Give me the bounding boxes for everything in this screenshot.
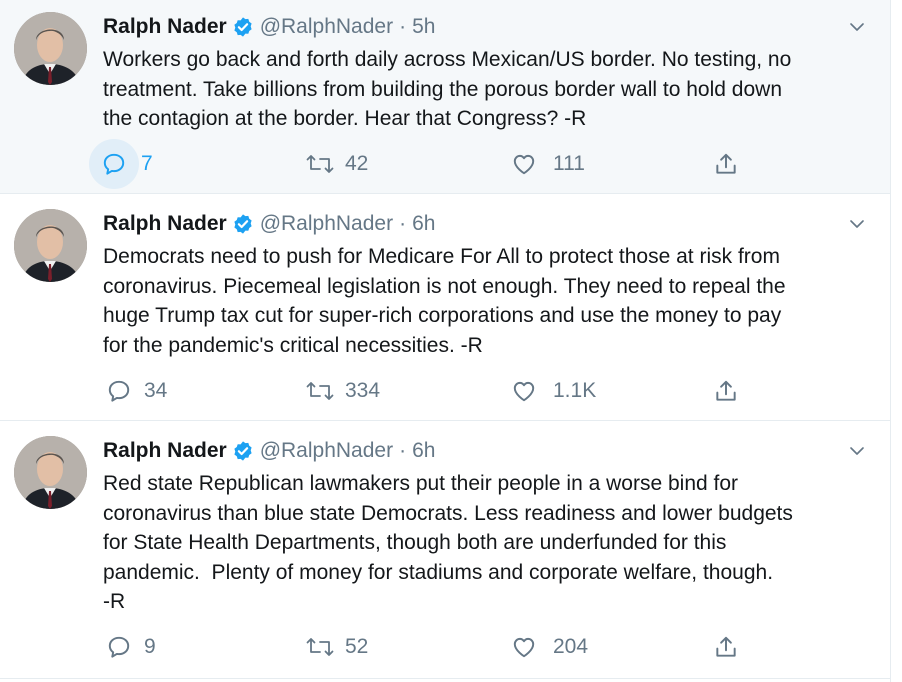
share-button[interactable] xyxy=(707,627,745,667)
heart-icon[interactable] xyxy=(505,372,543,410)
heart-icon[interactable] xyxy=(505,628,543,666)
tweet-actions: 9 52 204 xyxy=(103,627,763,667)
tweet[interactable]: Ralph Nader @RalphNader · 5h Workers go … xyxy=(0,0,890,194)
separator-dot: · xyxy=(399,439,407,462)
display-name[interactable]: Ralph Nader xyxy=(103,15,227,39)
reply-button[interactable]: 34 xyxy=(100,371,167,411)
retweet-icon[interactable] xyxy=(301,372,339,410)
reply-button[interactable]: 9 xyxy=(100,627,156,667)
like-count: 204 xyxy=(553,635,589,658)
reply-icon[interactable] xyxy=(89,139,139,189)
like-count: 111 xyxy=(553,152,585,175)
avatar[interactable] xyxy=(14,436,87,509)
reply-count: 9 xyxy=(144,635,156,658)
separator-dot: · xyxy=(399,212,407,235)
tweet-actions: 7 42 111 xyxy=(89,139,763,189)
retweet-count: 42 xyxy=(345,152,369,175)
reply-icon[interactable] xyxy=(100,628,138,666)
tweet-feed: Ralph Nader @RalphNader · 5h Workers go … xyxy=(0,0,891,682)
share-button[interactable] xyxy=(707,144,745,184)
share-button[interactable] xyxy=(707,371,745,411)
retweet-button[interactable]: 334 xyxy=(301,371,380,411)
heart-icon[interactable] xyxy=(505,145,543,183)
retweet-button[interactable]: 42 xyxy=(301,144,368,184)
tweet[interactable]: Ralph Nader @RalphNader · 6h Democrats n… xyxy=(0,194,890,421)
share-icon[interactable] xyxy=(707,372,745,410)
display-name[interactable]: Ralph Nader xyxy=(103,439,227,463)
tweet-text: Democrats need to push for Medicare For … xyxy=(103,245,786,357)
timestamp[interactable]: 6h xyxy=(412,439,435,463)
user-handle[interactable]: @RalphNader xyxy=(260,15,393,39)
tweet-actions: 34 334 1.1K xyxy=(103,371,763,411)
like-button[interactable]: 1.1K xyxy=(505,371,596,411)
avatar[interactable] xyxy=(14,12,87,85)
reply-count: 34 xyxy=(144,379,168,402)
verified-badge-icon xyxy=(232,213,254,235)
timestamp[interactable]: 5h xyxy=(412,15,435,39)
like-button[interactable]: 111 xyxy=(505,144,585,184)
user-handle[interactable]: @RalphNader xyxy=(260,212,393,236)
share-icon[interactable] xyxy=(707,628,745,666)
tweet-text: Workers go back and forth daily across M… xyxy=(103,48,792,130)
reply-button[interactable]: 7 xyxy=(89,139,153,189)
retweet-icon[interactable] xyxy=(301,145,339,183)
chevron-down-icon[interactable] xyxy=(844,438,870,464)
avatar[interactable] xyxy=(14,209,87,282)
tweet[interactable]: Ralph Nader @RalphNader · 6h Red state R… xyxy=(0,421,890,679)
verified-badge-icon xyxy=(232,16,254,38)
reply-icon[interactable] xyxy=(100,372,138,410)
tweet-text: Red state Republican lawmakers put their… xyxy=(103,472,793,613)
timestamp[interactable]: 6h xyxy=(412,212,435,236)
separator-dot: · xyxy=(399,15,407,38)
user-handle[interactable]: @RalphNader xyxy=(260,439,393,463)
chevron-down-icon[interactable] xyxy=(844,14,870,40)
display-name[interactable]: Ralph Nader xyxy=(103,212,227,236)
chevron-down-icon[interactable] xyxy=(844,211,870,237)
like-button[interactable]: 204 xyxy=(505,627,588,667)
like-count: 1.1K xyxy=(553,379,597,402)
share-icon[interactable] xyxy=(707,145,745,183)
reply-count: 7 xyxy=(141,152,153,175)
retweet-count: 52 xyxy=(345,635,369,658)
retweet-button[interactable]: 52 xyxy=(301,627,368,667)
verified-badge-icon xyxy=(232,440,254,462)
retweet-count: 334 xyxy=(345,379,381,402)
retweet-icon[interactable] xyxy=(301,628,339,666)
